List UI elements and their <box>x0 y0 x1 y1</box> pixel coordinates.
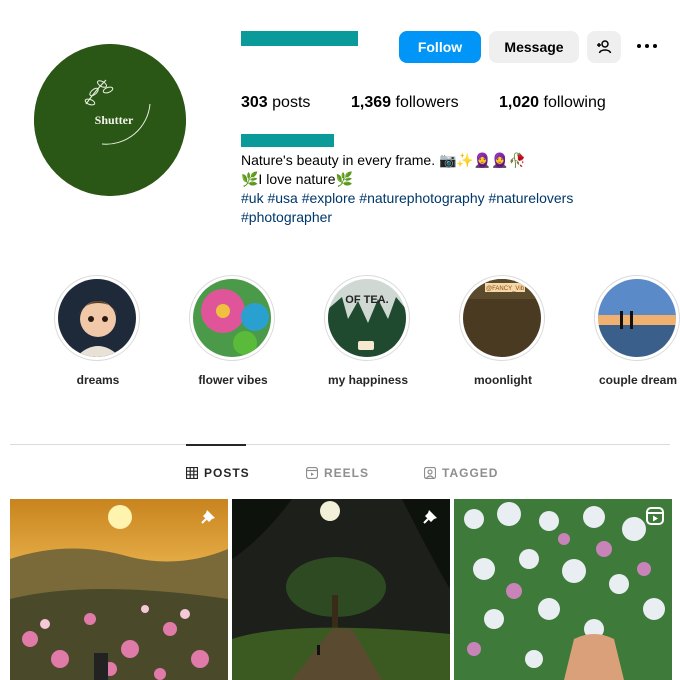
follow-button[interactable]: Follow <box>399 31 481 63</box>
highlight-cover <box>58 279 136 357</box>
highlight-couple-dream[interactable]: couple dream <box>594 275 680 387</box>
highlight-moonlight[interactable]: @FANCY_Vib moonlight <box>459 275 547 387</box>
suggest-user-button[interactable] <box>587 31 621 63</box>
tab-reels[interactable]: REELS <box>306 466 369 480</box>
highlight-cover: OF TEA. <box>328 279 406 357</box>
tab-label: TAGGED <box>442 466 499 480</box>
svg-text:Shutter: Shutter <box>95 113 134 127</box>
post-thumbnail[interactable] <box>232 499 450 680</box>
followers-stat[interactable]: 1,369 followers <box>351 94 459 112</box>
post-image <box>10 499 228 680</box>
post-thumbnail[interactable] <box>454 499 672 680</box>
highlight-cover <box>598 279 676 357</box>
svg-text:@FANCY_Vib: @FANCY_Vib <box>486 286 525 292</box>
reels-icon <box>306 467 318 479</box>
highlight-my-happiness[interactable]: OF TEA. my happiness <box>324 275 412 387</box>
highlight-cover <box>193 279 271 357</box>
highlight-dreams[interactable]: dreams <box>54 275 142 387</box>
tab-tagged[interactable]: TAGGED <box>424 466 498 480</box>
tabs-divider <box>10 444 670 445</box>
bio-hashtags[interactable]: #photographer <box>241 208 573 227</box>
message-button[interactable]: Message <box>489 31 579 63</box>
highlight-flower-vibes[interactable]: flower vibes <box>189 275 277 387</box>
post-thumbnail[interactable] <box>10 499 228 680</box>
following-stat[interactable]: 1,020 following <box>499 94 606 112</box>
tab-label: REELS <box>324 466 370 480</box>
shutter-logo: Shutter <box>34 44 186 196</box>
bio-hashtags[interactable]: #uk #usa #explore #naturephotography #na… <box>241 189 573 208</box>
highlight-cover: @FANCY_Vib <box>463 279 541 357</box>
posts-stat: 303 posts <box>241 94 311 111</box>
highlight-label: flower vibes <box>198 373 268 387</box>
highlight-label: couple dream <box>598 373 678 387</box>
profile-bio: Nature's beauty in every frame. 📷✨🧕🧕🥀 🌿I… <box>241 151 573 227</box>
post-image <box>232 499 450 680</box>
more-options-icon[interactable] <box>634 36 660 56</box>
display-name-redacted <box>241 134 334 147</box>
tab-label: POSTS <box>204 466 250 480</box>
highlight-label: my happiness <box>327 373 409 387</box>
post-image <box>454 499 672 680</box>
bio-line: Nature's beauty in every frame. 📷✨🧕🧕🥀 <box>241 152 527 168</box>
profile-avatar[interactable]: Shutter <box>34 44 186 196</box>
tagged-icon <box>424 467 436 479</box>
tab-posts[interactable]: POSTS <box>186 466 250 480</box>
highlight-label: dreams <box>76 373 120 387</box>
pin-icon <box>423 510 437 524</box>
pin-icon <box>201 510 215 524</box>
grid-icon <box>186 467 198 479</box>
username-redacted <box>241 31 358 46</box>
active-tab-indicator <box>186 444 246 446</box>
reel-indicator-icon <box>646 507 664 525</box>
svg-text:OF TEA.: OF TEA. <box>345 294 388 306</box>
add-person-icon <box>597 40 612 54</box>
bio-line: 🌿I love nature🌿 <box>241 171 353 187</box>
highlight-label: moonlight <box>474 373 532 387</box>
